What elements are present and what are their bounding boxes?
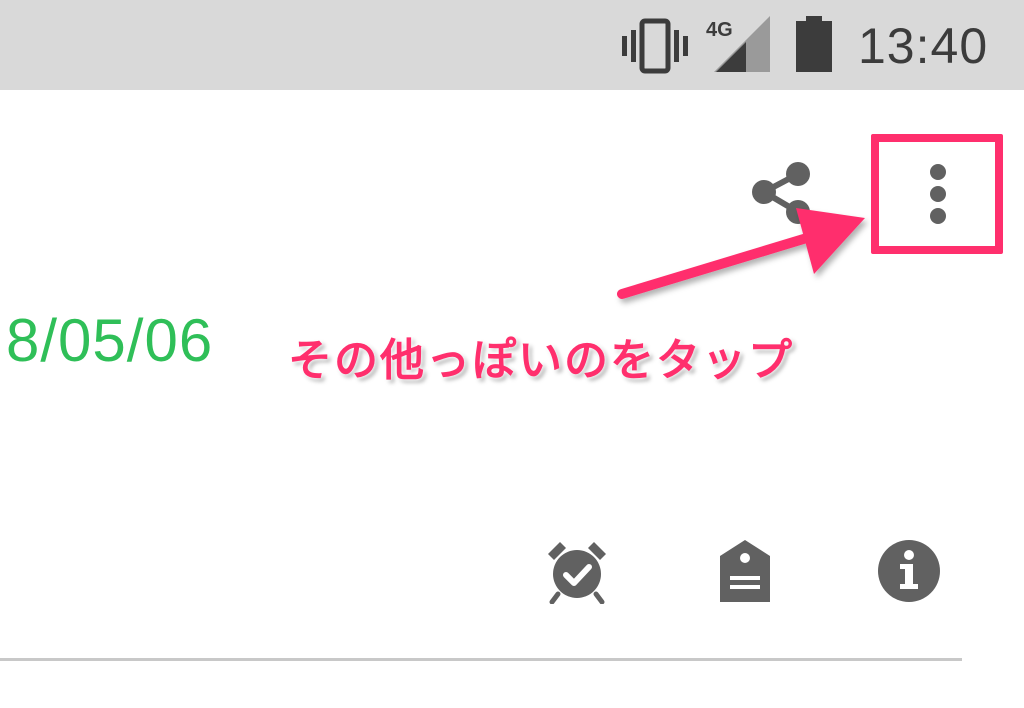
info-icon[interactable]	[876, 538, 942, 604]
alarm-check-icon[interactable]	[544, 538, 610, 604]
date-text: 8/05/06	[6, 307, 214, 374]
annotation-highlight-box	[871, 134, 1003, 254]
network-type-label: 4G	[706, 19, 733, 41]
annotation-text: その他っぽいのをタップ	[288, 336, 794, 385]
vibrate-icon	[622, 18, 688, 74]
status-time: 13:40	[858, 18, 989, 74]
annotation-arrow	[617, 208, 865, 299]
divider	[0, 658, 962, 661]
signal-icon: 4G	[706, 16, 770, 72]
label-icon[interactable]	[712, 538, 778, 604]
status-bar: 4G 13:40	[0, 0, 1024, 90]
battery-icon	[796, 16, 832, 72]
